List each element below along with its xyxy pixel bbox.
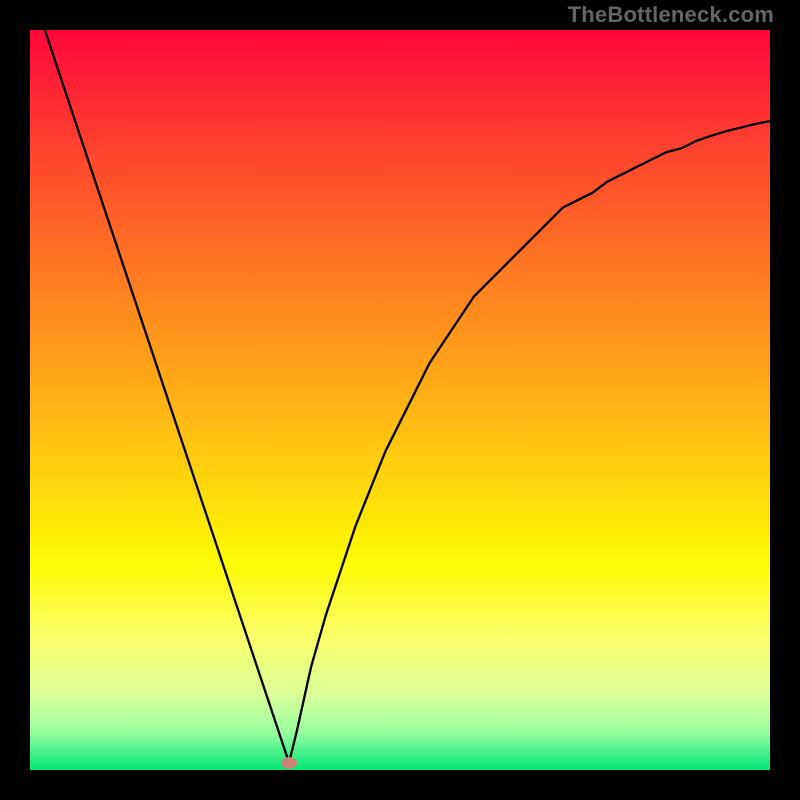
watermark-text: TheBottleneck.com: [568, 2, 774, 28]
plot-background: [30, 30, 770, 770]
chart-frame: [30, 30, 770, 770]
optimal-point-marker: [281, 757, 297, 769]
